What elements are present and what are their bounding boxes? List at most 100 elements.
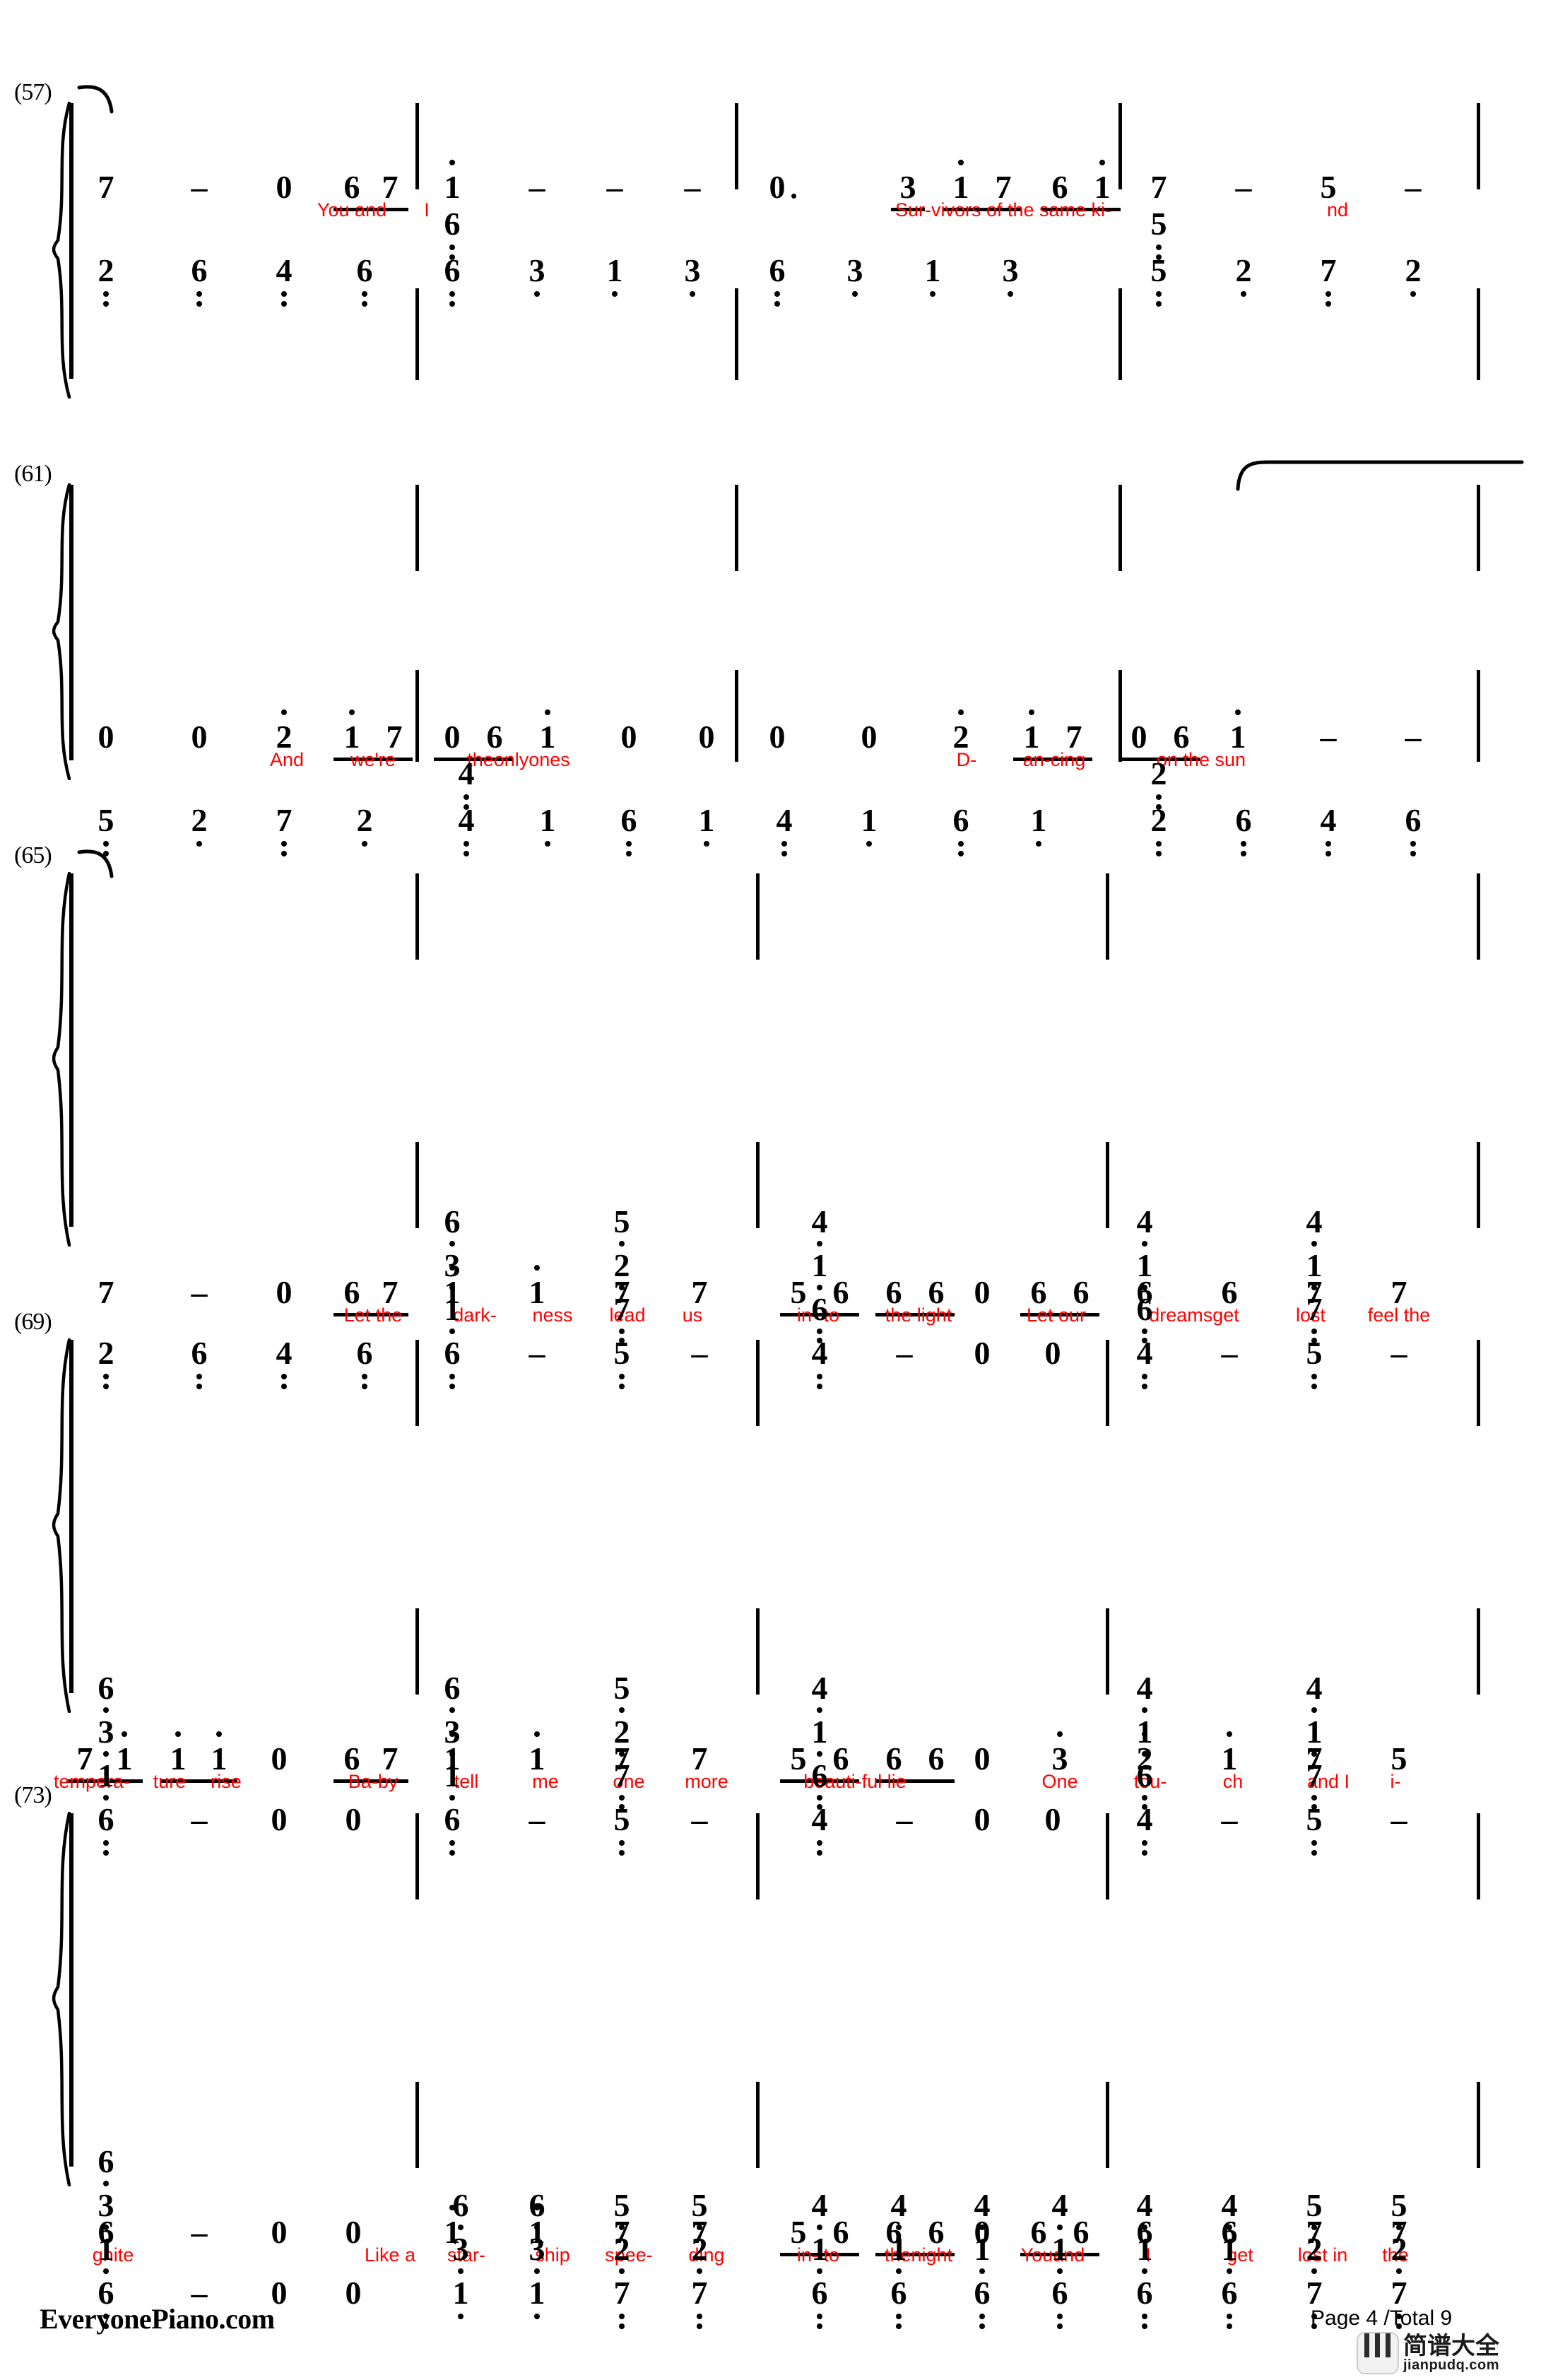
system-start-barline bbox=[69, 1340, 73, 1693]
measure-number-73: (73) bbox=[14, 1782, 52, 1808]
music-system-57: (57) 7–0 6 7 You and I 2 6 4 6 1– – –6 6 3 1 3 0 3 1 7 6 1 Sur… bbox=[0, 79, 1541, 418]
octave-dot-below bbox=[817, 2268, 822, 2274]
bass-chord-note: 1 bbox=[1136, 1714, 1153, 1750]
octave-dot-above bbox=[958, 709, 964, 715]
octave-dot-below bbox=[817, 1707, 822, 1713]
bass-chord-note: 1 bbox=[1306, 1714, 1323, 1750]
augmentation-dot bbox=[791, 194, 796, 199]
octave-dot-below bbox=[534, 2225, 540, 2230]
bass-chord-note: 1 bbox=[890, 2231, 907, 2267]
barline bbox=[735, 288, 738, 380]
octave-dot-below bbox=[1156, 245, 1162, 250]
octave-dot-above bbox=[349, 709, 355, 715]
octave-dot-below bbox=[1410, 291, 1416, 297]
bass-note: 6 bbox=[620, 802, 637, 838]
barline bbox=[756, 1142, 760, 1228]
barline bbox=[1118, 670, 1122, 762]
bass-note: 2 bbox=[1235, 252, 1252, 288]
octave-dot-below bbox=[817, 1285, 822, 1290]
bass-chord-note: 4 bbox=[1136, 1203, 1153, 1239]
octave-dot-below bbox=[534, 2314, 540, 2319]
sheet-music-page: (57) 7–0 6 7 You and I 2 6 4 6 1– – –6 6 3 1 3 0 3 1 7 6 1 Sur… bbox=[0, 0, 1541, 2380]
octave-dot-below bbox=[1142, 1751, 1147, 1757]
octave-dot-below bbox=[774, 291, 780, 297]
bass-note: 7 bbox=[613, 2275, 630, 2311]
final-barline bbox=[1477, 288, 1480, 380]
lyric-syllable: we're bbox=[350, 749, 396, 770]
octave-dot-below bbox=[458, 2268, 464, 2274]
octave-dot-above bbox=[216, 1731, 222, 1737]
octave-dot-below bbox=[449, 291, 455, 297]
octave-dot-below bbox=[979, 2268, 985, 2274]
melody-note: 0 bbox=[974, 1274, 991, 1310]
barline bbox=[415, 1142, 419, 1228]
octave-dot-below bbox=[1311, 2268, 1317, 2274]
melody-note: – bbox=[606, 169, 623, 205]
barline bbox=[735, 485, 738, 571]
octave-dot-below bbox=[817, 2225, 822, 2230]
bass-note: 6 bbox=[1405, 802, 1422, 838]
music-system-73: (73) 6–0 0 gnite 6 1 3 6–0 0 1 1 7 7 Like a star-ship… bbox=[0, 1782, 1541, 2329]
bass-note: 3 bbox=[1002, 252, 1019, 288]
piano-keys-icon bbox=[1357, 2332, 1399, 2374]
bass-chord-note: 1 bbox=[811, 1247, 828, 1283]
octave-dot-below bbox=[1311, 1285, 1317, 1290]
bass-chord-note: 6 bbox=[444, 1203, 461, 1239]
octave-dot-below bbox=[1142, 2268, 1147, 2274]
bass-chord-note: 3 bbox=[529, 2231, 545, 2267]
octave-dot-below bbox=[362, 301, 367, 307]
watermark-name: 简谱大全 bbox=[1403, 2332, 1499, 2360]
barline bbox=[415, 873, 419, 960]
octave-dot-above bbox=[1029, 709, 1034, 715]
bass-note: 7 bbox=[276, 802, 293, 838]
music-system-65: (65) 7–0 6 7 Let the 2 6 4 6 1 1 7 7 dark-ness lead us… bbox=[0, 842, 1541, 1389]
bass-note: 4 bbox=[276, 252, 293, 288]
bass-chord-note: 2 bbox=[1306, 2231, 1323, 2267]
bass-note: 6 bbox=[1051, 2275, 1068, 2311]
octave-dot-below bbox=[1227, 2323, 1232, 2329]
octave-dot-above bbox=[1057, 1731, 1063, 1737]
octave-dot-below bbox=[362, 291, 367, 297]
octave-dot-below bbox=[103, 2225, 109, 2230]
octave-dot-below bbox=[896, 2225, 902, 2230]
barline bbox=[415, 1608, 419, 1695]
bass-chord-note: 6 bbox=[452, 2187, 469, 2223]
bass-chord-note: 1 bbox=[1221, 2231, 1238, 2267]
bass-note: 1 bbox=[452, 2275, 469, 2311]
bass-chord-note: 5 bbox=[1391, 2187, 1407, 2223]
octave-dot-below bbox=[697, 2323, 702, 2329]
bass-note: 2 bbox=[98, 252, 114, 288]
bass-chord-note: 1 bbox=[1051, 2231, 1068, 2267]
octave-dot-below bbox=[1057, 2225, 1063, 2230]
octave-dot-below bbox=[1396, 2225, 1402, 2230]
melody-note: – bbox=[1320, 719, 1337, 755]
octave-dot-below bbox=[979, 2225, 985, 2230]
octave-dot-below bbox=[103, 1751, 109, 1757]
octave-dot-below bbox=[619, 1707, 625, 1713]
music-system-69: (69) 7 1 1 1 0 6 7 tempera-ture rise Ba-by 6 1 3 6–0 0… bbox=[0, 1309, 1541, 1856]
octave-dot-below bbox=[103, 301, 109, 307]
barline bbox=[415, 103, 419, 189]
octave-dot-above bbox=[958, 160, 964, 165]
lyric-syllable: D- bbox=[956, 749, 977, 770]
melody-note: 1 bbox=[444, 169, 461, 205]
bass-note: 5 bbox=[1150, 206, 1167, 242]
page-number: Page 4 /Total 9 bbox=[1311, 2307, 1453, 2330]
octave-dot-below bbox=[1396, 2268, 1402, 2274]
octave-dot-below bbox=[196, 291, 202, 297]
barline bbox=[735, 670, 738, 762]
octave-dot-below bbox=[1142, 2225, 1147, 2230]
octave-dot-below bbox=[103, 2181, 109, 2186]
bass-note: 2 bbox=[191, 802, 208, 838]
bass-note: 0 bbox=[345, 2275, 362, 2311]
bass-chord-note: 6 bbox=[444, 1670, 461, 1706]
octave-dot-below bbox=[1227, 2268, 1232, 2274]
music-system-61: (61) 0 0 2 1 7 And we're 5 2 7 2 0 6 1 0 0 theonlyones 4 4… bbox=[0, 460, 1541, 856]
bass-note: 6 bbox=[811, 2275, 828, 2311]
melody-note: 7 bbox=[98, 169, 114, 205]
melody-note: 0 bbox=[1130, 719, 1147, 755]
octave-dot-below bbox=[458, 2314, 464, 2319]
octave-dot-below bbox=[896, 2314, 902, 2319]
measure-number-69: (69) bbox=[14, 1309, 52, 1335]
octave-dot-above bbox=[1099, 160, 1105, 165]
